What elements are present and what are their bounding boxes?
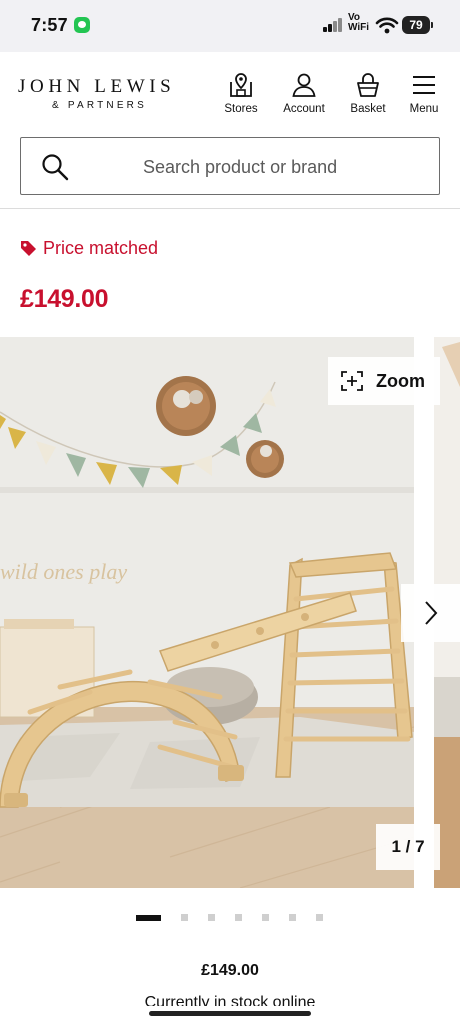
summary-price: £149.00	[201, 962, 259, 979]
stock-status: Currently in stock online	[144, 994, 316, 1006]
stores-icon	[230, 73, 252, 97]
price-matched-badge: Price matched	[20, 238, 158, 259]
account-icon	[292, 73, 316, 97]
status-bar: 7:57 Vo WiFi 79	[0, 0, 460, 52]
battery-indicator: 79	[402, 16, 433, 34]
search-placeholder: Search product or brand	[143, 157, 338, 177]
product-image[interactable]: wild ones play	[0, 337, 414, 888]
wall-decor-text: wild ones play	[0, 559, 127, 584]
logo-main-text: JOHN LEWIS	[18, 76, 176, 97]
price-matched-label: Price matched	[43, 238, 159, 258]
menu-icon	[413, 76, 435, 94]
pagination-dot-1[interactable]	[136, 915, 161, 921]
nav-account-button[interactable]: Account	[280, 72, 328, 115]
price-tag-icon	[21, 241, 36, 256]
nav-stores-button[interactable]: Stores	[217, 72, 265, 115]
search-icon	[42, 154, 69, 181]
image-counter: 1 / 7	[376, 824, 440, 870]
vowifi-indicator: Vo WiFi	[348, 12, 370, 33]
nav-account-label: Account	[283, 103, 325, 115]
pagination-dot-5[interactable]	[262, 914, 269, 921]
nav-basket-label: Basket	[350, 103, 386, 115]
header-divider	[0, 208, 460, 209]
cellular-signal-icon	[323, 18, 343, 32]
pagination-dot-6[interactable]	[289, 914, 296, 921]
pagination-dot-7[interactable]	[316, 914, 323, 921]
search-input[interactable]: Search product or brand	[20, 137, 440, 195]
pagination-dot-4[interactable]	[235, 914, 242, 921]
chevron-right-icon	[424, 601, 437, 625]
nav-stores-label: Stores	[224, 103, 258, 115]
john-lewis-logo[interactable]: JOHN LEWIS & PARTNERS	[18, 76, 176, 112]
nav-basket-button[interactable]: Basket	[344, 72, 392, 115]
status-time: 7:57	[31, 15, 68, 35]
home-indicator	[149, 1011, 311, 1016]
wifi-icon	[375, 17, 399, 34]
logo-sub-text: & PARTNERS	[52, 100, 147, 111]
pagination-dot-2[interactable]	[181, 914, 188, 921]
product-image-carousel[interactable]: wild ones play Zoom 1 / 7	[0, 337, 460, 888]
nav-menu-button[interactable]: Menu	[400, 72, 448, 115]
zoom-button[interactable]: Zoom	[328, 357, 440, 405]
site-header: JOHN LEWIS & PARTNERS Stores Account Bas…	[0, 52, 460, 132]
zoom-label: Zoom	[376, 370, 425, 391]
pagination-dot-3[interactable]	[208, 914, 215, 921]
basket-icon	[357, 73, 379, 97]
product-price: £149.00	[20, 285, 109, 313]
zoom-icon	[341, 371, 363, 391]
nav-menu-label: Menu	[409, 103, 439, 115]
next-image-button[interactable]	[401, 584, 460, 642]
chat-notification-icon	[74, 17, 90, 33]
